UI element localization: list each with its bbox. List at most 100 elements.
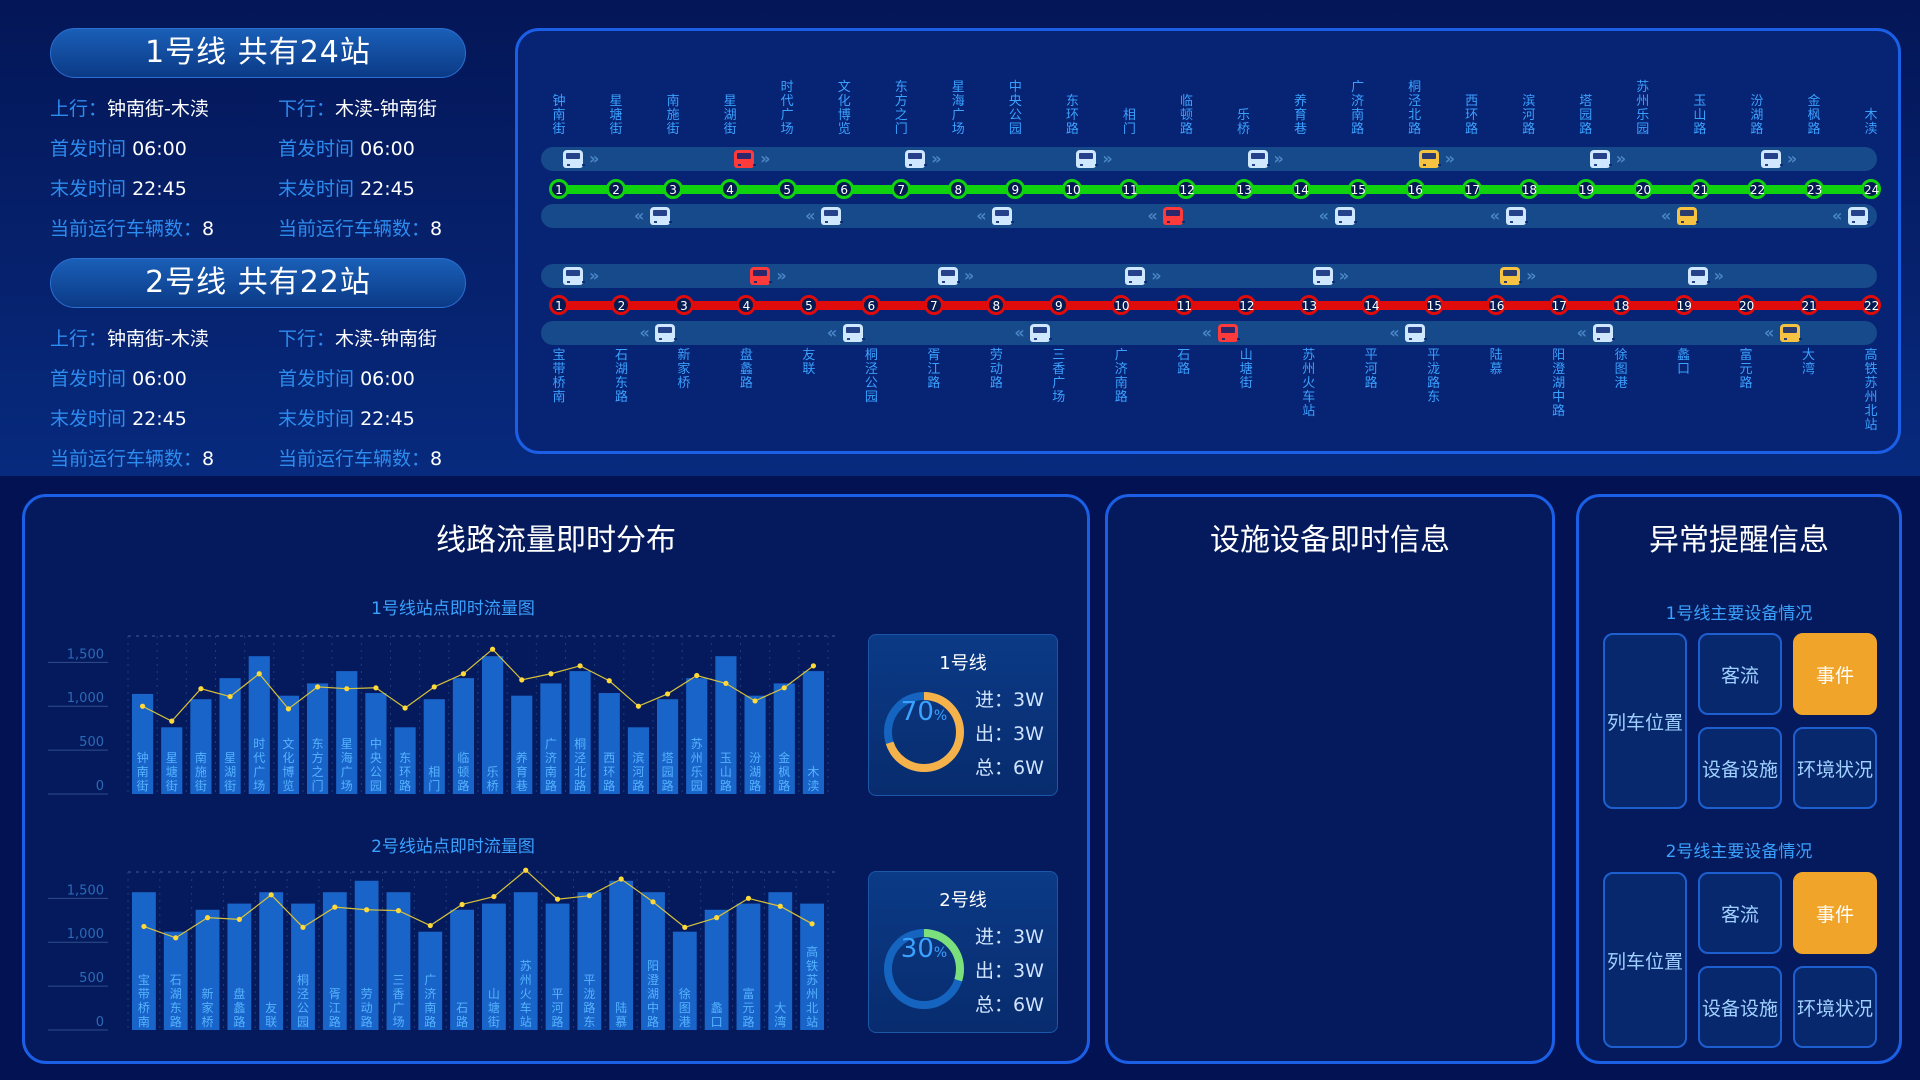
- flow-trend-point: [332, 904, 338, 910]
- flow-trend-point: [227, 693, 233, 700]
- line2-environment-button[interactable]: 环境状况: [1793, 966, 1877, 1048]
- line2-passenger-button[interactable]: 客流: [1698, 872, 1782, 954]
- flow-category-label: 阳澄湖中路: [647, 959, 659, 1029]
- ring1-out: 出：3W: [975, 723, 1044, 745]
- flow-trend-point: [431, 684, 437, 690]
- flow-category-label: 广济南路: [424, 973, 436, 1029]
- flow-trend-point: [519, 677, 525, 683]
- flow-trend-point: [395, 908, 402, 914]
- flow-trend-point: [682, 924, 688, 930]
- ring2-out: 出：3W: [975, 960, 1044, 982]
- flow-trend-point: [169, 718, 175, 724]
- flow-trend-point: [650, 899, 656, 905]
- alert-line1-title: 1号线主要设备情况: [1665, 604, 1813, 624]
- flow-category-label: 宝带桥南: [138, 973, 150, 1029]
- flow-ytick-label: 1,500: [67, 647, 104, 662]
- flow-category-label: 东环路: [399, 751, 411, 793]
- flow-category-label: 桐泾公园: [297, 973, 309, 1029]
- ring2-pct: 30%: [900, 934, 948, 964]
- flow-trend-point: [810, 663, 817, 669]
- line2-facility-button[interactable]: 设备设施: [1698, 966, 1782, 1048]
- flow-category-label: 平河路: [552, 987, 564, 1029]
- ring1-title: 1号线: [939, 653, 987, 674]
- flow-trend-point: [577, 663, 583, 669]
- flow-category-label: 中央公园: [370, 736, 382, 793]
- flow-trend-point: [491, 893, 497, 900]
- flow-category-label: 高铁苏州北站: [806, 944, 818, 1029]
- flow-category-label: 星海广场: [341, 737, 353, 793]
- flow-trend-point: [364, 907, 370, 913]
- line1-environment-button[interactable]: 环境状况: [1793, 727, 1877, 809]
- line1-facility-button[interactable]: 设备设施: [1698, 727, 1782, 809]
- flow-trend-point: [694, 672, 700, 679]
- flow-trend-point: [256, 671, 262, 677]
- ring1-pct: 70%: [900, 697, 948, 727]
- flow-category-label: 滨河路: [632, 750, 644, 793]
- flow-category-label: 徐图港: [679, 986, 691, 1029]
- flow-trend-point: [586, 893, 592, 899]
- flow-category-label: 新家桥: [202, 986, 214, 1029]
- flow-category-label: 星湖街: [224, 751, 236, 793]
- line2-train-position-button[interactable]: 列车位置: [1603, 872, 1687, 1048]
- flow-category-label: 相门: [428, 765, 440, 793]
- flow-category-label: 乐桥: [487, 765, 499, 793]
- ring1-in: 进：3W: [975, 689, 1044, 711]
- ring2-title: 2号线: [939, 890, 987, 911]
- alert-panel: 异常提醒信息 1号线主要设备情况 2号线主要设备情况 列车位置 客流 事件 设备…: [1576, 494, 1902, 1064]
- line2-event-button[interactable]: 事件: [1793, 872, 1877, 954]
- flow-category-label: 钟南街: [137, 750, 149, 793]
- flow-category-label: 劳动路: [361, 987, 373, 1029]
- flow-category-label: 养育巷: [516, 750, 528, 793]
- flow-trend-point: [745, 895, 752, 901]
- line1-passenger-button[interactable]: 客流: [1698, 633, 1782, 715]
- flow-ytick-label: 0: [96, 1015, 104, 1030]
- flow-category-label: 塔园路: [662, 751, 674, 793]
- line1-event-button[interactable]: 事件: [1793, 633, 1877, 715]
- flow-trend-point: [635, 703, 642, 709]
- line1-train-position-button[interactable]: 列车位置: [1603, 633, 1687, 809]
- flow-category-label: 西环路: [603, 751, 615, 793]
- flow-ytick-label: 0: [96, 779, 104, 794]
- flow-category-label: 石湖东路: [170, 973, 182, 1029]
- flow-trend-point: [664, 691, 671, 697]
- flow-trend-point: [402, 705, 408, 711]
- flow-trend-point: [373, 685, 379, 691]
- flow-trend-point: [204, 915, 211, 921]
- flow-trend-point: [460, 671, 467, 677]
- flow-category-label: 石路: [456, 1001, 468, 1029]
- flow-category-label: 桐泾北路: [574, 737, 586, 793]
- ring1-total: 总：6W: [975, 757, 1044, 779]
- flow-trend-point: [314, 684, 321, 690]
- line1-ring-card[interactable]: 1号线 70% 进：3W 出：3W 总：6W: [868, 634, 1058, 796]
- flow-trend-point: [198, 686, 204, 692]
- line2-ring-card[interactable]: 2号线 30% 进：3W 出：3W 总：6W: [868, 871, 1058, 1033]
- flow-ytick-label: 1,000: [67, 927, 104, 942]
- flow-trend-point: [344, 686, 350, 692]
- flow-trend-point: [268, 892, 274, 898]
- flow-ytick-label: 1,000: [67, 691, 104, 706]
- flow-ytick-label: 500: [79, 971, 104, 986]
- flow-trend-point: [300, 924, 306, 930]
- flow-trend-point: [236, 916, 242, 923]
- flow-category-label: 胥江路: [329, 987, 341, 1029]
- alert-line2-title: 2号线主要设备情况: [1665, 842, 1813, 862]
- flow-trend-point: [427, 922, 433, 929]
- flow-trend-point: [606, 678, 612, 684]
- flow-trend-point: [459, 901, 465, 908]
- device-panel-title: 设施设备即时信息: [1210, 523, 1450, 558]
- flow-trend-point: [139, 703, 146, 709]
- flow-category-label: 文化博览: [282, 736, 294, 793]
- flow-trend-point: [548, 671, 554, 677]
- flow-category-label: 木渎: [807, 765, 819, 793]
- flow-ytick-label: 1,500: [67, 883, 104, 898]
- flow-chart-title: 1号线站点即时流量图: [371, 599, 535, 619]
- flow-trend-point: [554, 896, 561, 902]
- flow-trend-point: [523, 867, 529, 873]
- flow-category-label: 玉山路: [720, 751, 732, 793]
- flow-category-label: 蠡口: [711, 1000, 723, 1029]
- ring2-total: 总：6W: [975, 994, 1044, 1016]
- flow-trend-point: [141, 923, 147, 930]
- flow-category-label: 陆慕: [615, 1000, 627, 1029]
- flow-trend-point: [489, 646, 496, 652]
- flow-trend-point: [777, 903, 783, 909]
